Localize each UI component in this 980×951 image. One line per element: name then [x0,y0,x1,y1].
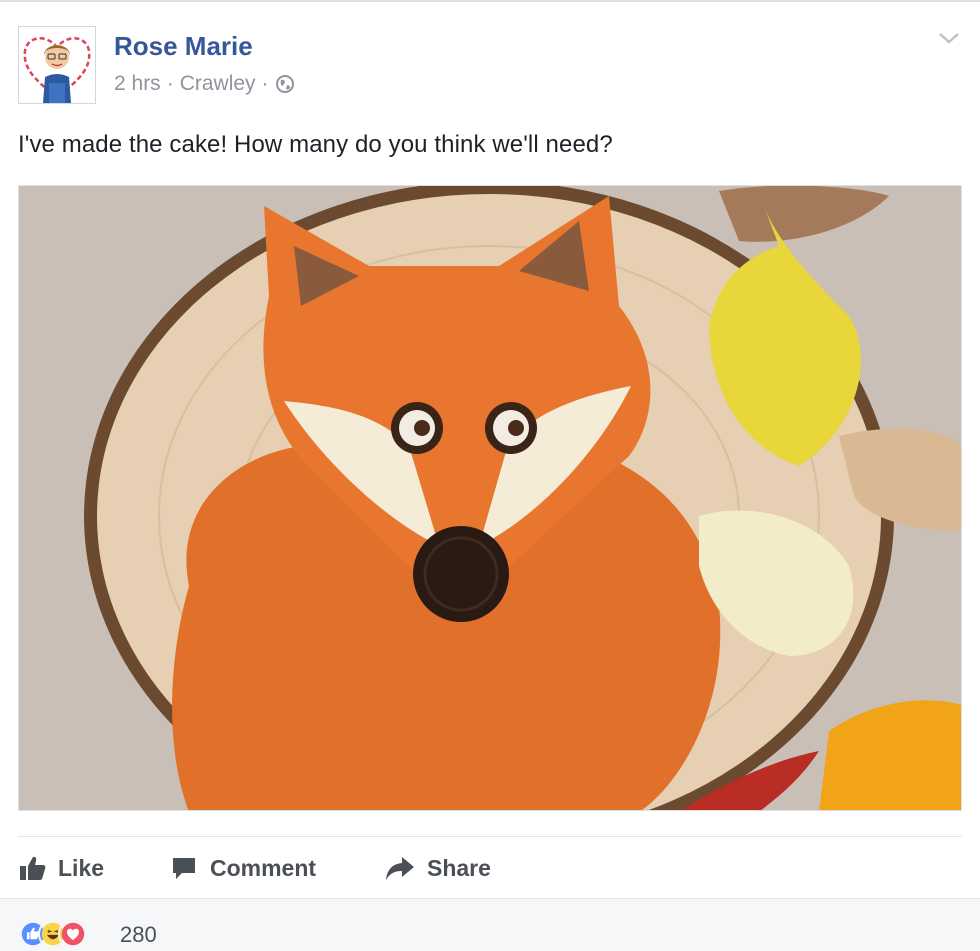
separator: · [166,72,174,95]
reaction-icons[interactable] [18,919,88,949]
share-button[interactable]: Share [385,850,491,886]
comment-label: Comment [210,854,317,881]
love-reaction-icon [58,919,88,949]
like-label: Like [58,854,105,881]
share-label: Share [427,854,491,881]
post-text: I've made the cake! How many do you thin… [18,131,613,158]
post-time[interactable]: 2 hrs [114,72,161,96]
reactions-bar: 280 [0,898,980,951]
post-location[interactable]: Crawley [180,72,256,96]
card-top-border [0,0,980,2]
author-name[interactable]: Rose Marie [114,31,253,62]
post-meta: 2 hrs · Crawley · [114,72,295,96]
comment-icon [170,854,198,882]
chevron-down-icon[interactable] [936,28,962,48]
separator: · [261,72,269,95]
actions-divider [18,836,962,837]
like-button[interactable]: Like [18,850,104,886]
globe-icon[interactable] [275,74,295,94]
comment-button[interactable]: Comment [170,850,316,886]
share-icon [385,854,415,882]
post-photo[interactable] [18,185,962,811]
thumbs-up-icon [18,854,46,882]
avatar[interactable] [18,26,96,104]
reaction-count[interactable]: 280 [120,922,157,948]
